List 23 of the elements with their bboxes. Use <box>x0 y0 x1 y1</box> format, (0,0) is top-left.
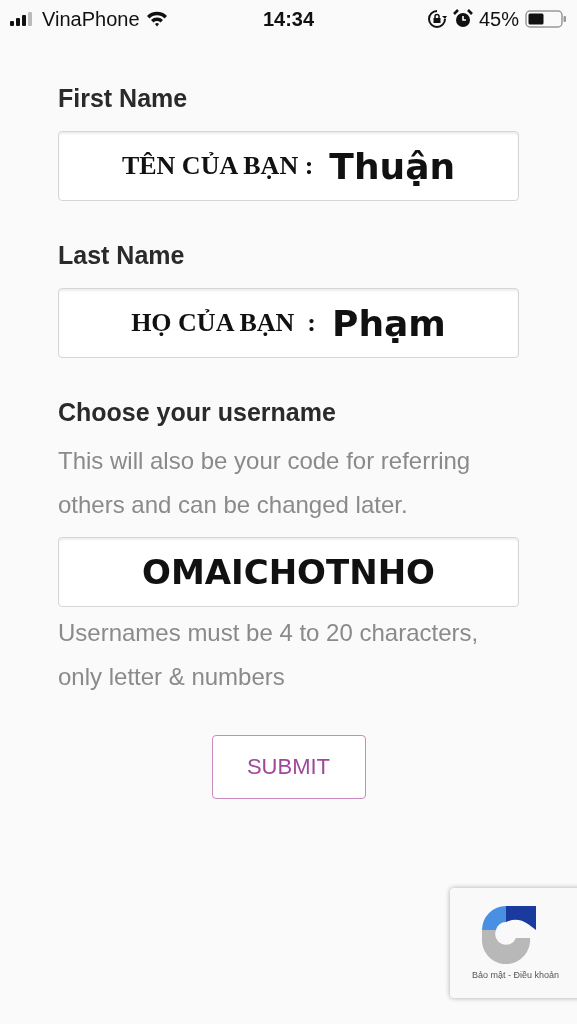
input-field[interactable]: TÊN CỦA BẠN : Thuận <box>58 131 519 201</box>
rotation-lock-icon <box>426 9 447 29</box>
clock-time: 14:34 <box>262 7 315 31</box>
battery-icon <box>525 10 567 28</box>
submit-button[interactable]: SUBMIT <box>211 735 366 799</box>
wifi-icon <box>145 11 168 27</box>
field-value: Phạm <box>332 302 446 344</box>
alarm-icon <box>452 9 473 29</box>
field-label: Last Name <box>58 241 186 270</box>
annotation-text: TÊN CỦA BẠN : <box>121 151 314 181</box>
field-value: OMAICHOTNHO <box>142 552 435 592</box>
field-label: First Name <box>58 84 189 113</box>
field-description: This will also be your code for referring others and can be changed later. <box>58 446 472 520</box>
privacy-terms-link[interactable]: Bảo mật - Điều khoản <box>472 970 560 980</box>
annotation-text: HỌ CỦA BẠN : <box>131 308 317 338</box>
field-value: Thuận <box>329 145 456 187</box>
battery-percent: 45% <box>478 7 519 31</box>
input-field[interactable]: OMAICHOTNHO <box>58 537 519 607</box>
recaptcha-badge[interactable]: Bảo mật - Điều khoản <box>450 888 577 998</box>
input-field[interactable]: HỌ CỦA BẠN : Phạm <box>58 288 519 358</box>
carrier-name: VinaPhone <box>42 7 140 31</box>
field-hint: Usernames must be 4 to 20 characters, only letter & numbers <box>58 618 480 692</box>
field-label: Choose your username <box>58 398 337 427</box>
